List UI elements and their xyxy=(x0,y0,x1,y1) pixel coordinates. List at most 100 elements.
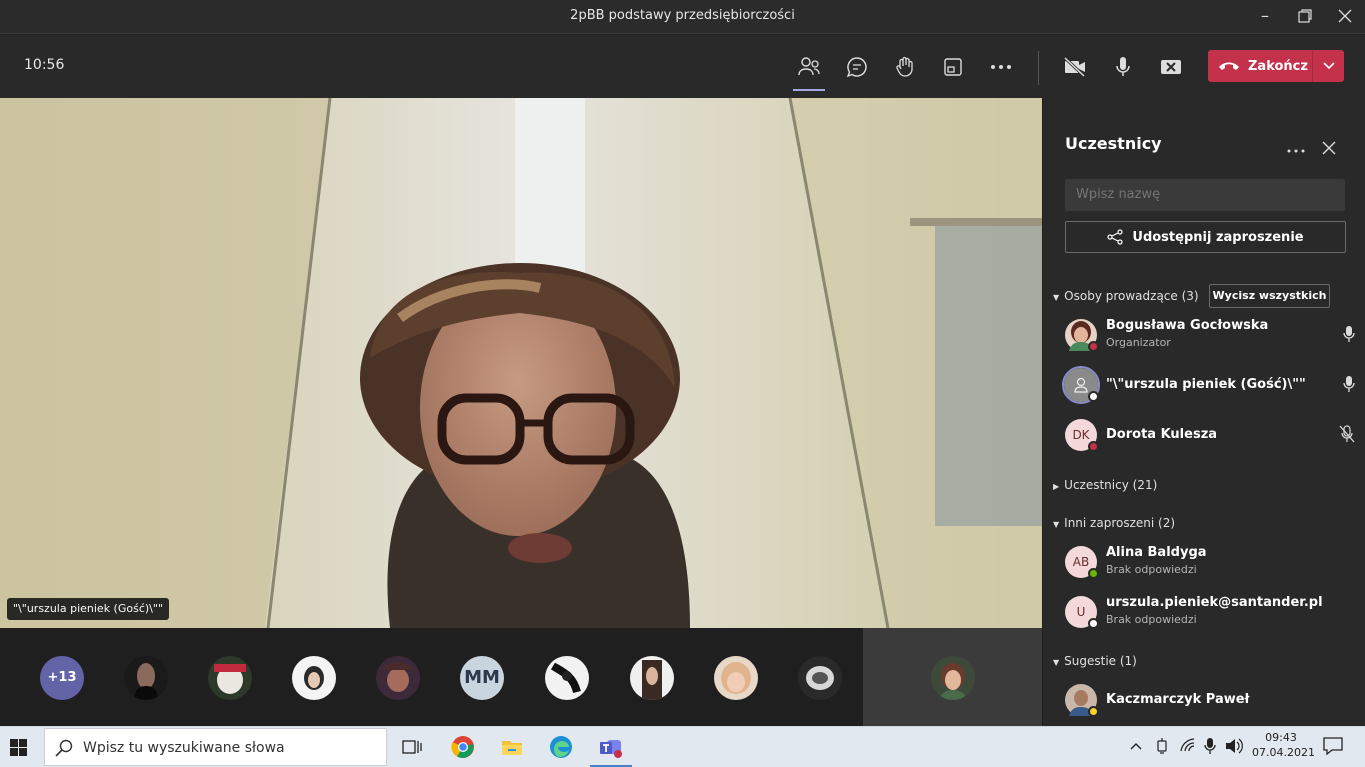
avatar-photo xyxy=(642,660,662,700)
avatar-photo xyxy=(806,666,834,690)
camera-toggle-button[interactable] xyxy=(1061,53,1089,81)
taskbar-search-placeholder: Wpisz tu wyszukiwane słowa xyxy=(83,740,285,756)
chevron-up-icon xyxy=(1130,743,1142,750)
hand-icon xyxy=(896,56,913,77)
start-button[interactable] xyxy=(10,739,27,760)
stop-sharing-button[interactable] xyxy=(1157,53,1185,81)
participant-avatar[interactable] xyxy=(714,656,758,700)
avatar-photo xyxy=(550,662,581,694)
avatar-photo xyxy=(134,663,158,700)
maximize-button[interactable] xyxy=(1288,2,1322,30)
self-view-tile[interactable] xyxy=(863,628,1042,726)
more-icon xyxy=(1287,149,1305,153)
teams-taskbar-button[interactable] xyxy=(598,735,622,759)
notifications-button[interactable] xyxy=(1323,737,1343,759)
presenters-section-toggle[interactable]: ▼ Osoby prowadzące (3) xyxy=(1053,289,1199,303)
participant-avatar[interactable] xyxy=(292,656,336,700)
task-view-button[interactable] xyxy=(400,735,424,759)
participant-avatar[interactable] xyxy=(798,656,842,700)
show-hidden-icons-button[interactable] xyxy=(1130,739,1142,754)
chat-icon xyxy=(846,57,867,78)
taskbar-clock[interactable]: 09:43 07.04.2021 xyxy=(1252,730,1315,760)
teams-meeting-window: 2pBB podstawy przedsiębiorczości – 10:56 xyxy=(0,0,1365,767)
share-tray-button[interactable] xyxy=(939,53,967,81)
edge-taskbar-button[interactable] xyxy=(549,735,573,759)
microphone-tray-button[interactable] xyxy=(1204,738,1216,758)
panel-close-button[interactable] xyxy=(1322,140,1336,159)
network-button[interactable] xyxy=(1180,738,1196,756)
share-icon xyxy=(1107,229,1123,245)
avatar-photo xyxy=(214,664,246,694)
microphone-muted-icon xyxy=(1339,425,1355,447)
chevron-down-icon: ▼ xyxy=(1053,293,1060,302)
file-explorer-button[interactable] xyxy=(500,735,524,759)
wifi-icon xyxy=(1180,738,1195,752)
microphone-icon xyxy=(1204,738,1216,754)
chrome-icon xyxy=(451,736,474,758)
participants-button[interactable] xyxy=(793,53,825,91)
participant-name: Kaczmarczyk Paweł xyxy=(1106,692,1250,707)
participant-role: Organizator xyxy=(1106,336,1171,349)
mute-all-button[interactable]: Wycisz wszystkich xyxy=(1209,284,1330,308)
presence-offline-icon xyxy=(1088,618,1099,629)
raise-hand-button[interactable] xyxy=(891,53,919,81)
speaker-name-label: "\"urszula pieniek (Gość)\"" xyxy=(7,598,169,620)
suggestions-section-toggle[interactable]: ▼ Sugestie (1) xyxy=(1053,654,1137,668)
avatar-photo xyxy=(939,663,967,700)
overflow-participants-button[interactable]: +13 xyxy=(40,656,84,700)
close-window-button[interactable] xyxy=(1328,2,1362,30)
task-view-icon xyxy=(402,740,422,754)
participant-avatar: U xyxy=(1065,596,1099,629)
participant-avatar[interactable] xyxy=(630,656,674,700)
avatar-photo xyxy=(382,662,414,692)
invited-header: Inni zaproszeni (2) xyxy=(1064,516,1176,530)
hang-up-icon xyxy=(1219,62,1239,70)
minimize-button[interactable]: – xyxy=(1248,2,1282,30)
presence-available-icon xyxy=(1088,568,1099,579)
suggestions-header: Sugestie (1) xyxy=(1064,654,1137,668)
share-invite-button[interactable]: Udostępnij zaproszenie xyxy=(1065,221,1346,253)
presenters-header: Osoby prowadzące (3) xyxy=(1064,289,1199,303)
microphone-toggle-button[interactable] xyxy=(1109,53,1137,81)
windows-taskbar: Wpisz tu wyszukiwane słowa 09:43 07.04.2… xyxy=(0,726,1365,767)
suggestion-row[interactable]: Kaczmarczyk Paweł xyxy=(1065,680,1355,720)
chat-button[interactable] xyxy=(843,53,871,81)
participant-search-input[interactable] xyxy=(1065,179,1345,211)
participant-avatar[interactable] xyxy=(545,656,589,700)
participant-avatar[interactable] xyxy=(376,656,420,700)
end-call-button[interactable]: Zakończ xyxy=(1208,50,1344,82)
close-icon xyxy=(1322,141,1336,155)
speaker-icon xyxy=(1226,738,1243,754)
presence-busy-icon xyxy=(1088,441,1099,452)
participant-avatar[interactable] xyxy=(124,656,168,700)
participant-row[interactable]: DK Dorota Kulesza xyxy=(1065,415,1355,455)
presence-away-icon xyxy=(1088,706,1099,717)
more-actions-button[interactable] xyxy=(987,53,1015,81)
end-call-options-button[interactable] xyxy=(1312,50,1344,82)
invited-row[interactable]: U urszula.pieniek@santander.pl Brak odpo… xyxy=(1065,592,1355,632)
participant-name: "\"urszula pieniek (Gość)\"" xyxy=(1106,377,1306,392)
participant-name: Alina Baldyga xyxy=(1106,545,1207,560)
window-title: 2pBB podstawy przedsiębiorczości xyxy=(570,8,795,23)
tray-app-button[interactable] xyxy=(1156,738,1168,758)
panel-more-button[interactable] xyxy=(1287,138,1305,157)
participant-initials-avatar[interactable]: MM xyxy=(460,656,504,700)
participant-row[interactable]: "\"urszula pieniek (Gość)\"" xyxy=(1062,365,1355,405)
maximize-icon xyxy=(1298,9,1312,23)
invited-section-toggle[interactable]: ▼ Inni zaproszeni (2) xyxy=(1053,516,1175,530)
attendees-section-toggle[interactable]: ▶ Uczestnicy (21) xyxy=(1053,478,1157,492)
chrome-taskbar-button[interactable] xyxy=(451,735,475,759)
taskbar-search-box[interactable]: Wpisz tu wyszukiwane słowa xyxy=(44,728,387,766)
participant-name: urszula.pieniek@santander.pl xyxy=(1106,595,1323,610)
invited-row[interactable]: AB Alina Baldyga Brak odpowiedzi xyxy=(1065,542,1355,582)
notification-icon xyxy=(1323,737,1343,756)
participant-row[interactable]: Bogusława Gocłowska Organizator xyxy=(1065,315,1355,355)
microphone-icon xyxy=(1116,57,1130,76)
participant-name: Bogusława Gocłowska xyxy=(1106,318,1269,333)
volume-button[interactable] xyxy=(1225,738,1243,758)
taskbar-date: 07.04.2021 xyxy=(1252,746,1315,759)
speaker-video xyxy=(0,98,1042,628)
participant-avatar: DK xyxy=(1065,419,1099,452)
guest-icon xyxy=(1074,377,1088,393)
participant-avatar[interactable] xyxy=(208,656,252,700)
